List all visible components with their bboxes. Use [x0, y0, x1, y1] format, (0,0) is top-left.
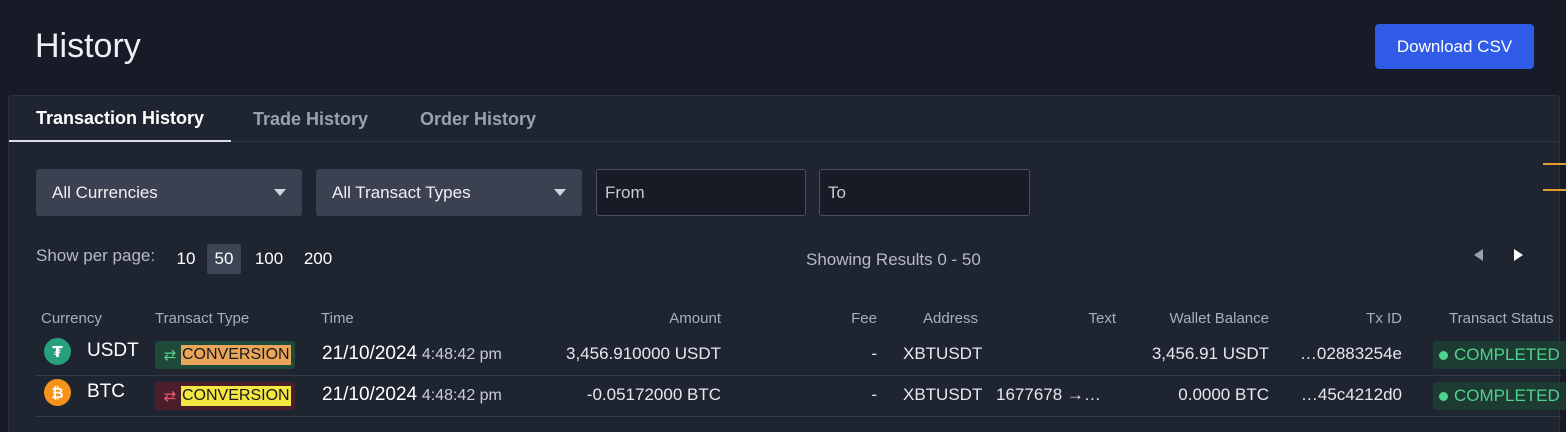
col-text: Text — [1088, 310, 1116, 327]
currency-select-value: All Currencies — [52, 182, 158, 202]
transact-type-select-value: All Transact Types — [332, 182, 471, 202]
col-tx-id: Tx ID — [1366, 310, 1402, 327]
amount-cell: 3,456.910000 USDT — [566, 344, 721, 363]
from-date-input[interactable] — [596, 169, 806, 216]
status-label: COMPLETED — [1454, 345, 1560, 364]
currency-select[interactable]: All Currencies — [36, 169, 302, 216]
fee-cell: - — [871, 385, 877, 404]
status-dot-icon — [1439, 350, 1448, 360]
transact-type-badge: ⇄ CONVERSION — [155, 382, 295, 410]
address-cell: XBTUSDT — [903, 385, 983, 404]
per-page-option-10[interactable]: 10 — [172, 244, 200, 274]
transact-type-label: CONVERSION — [181, 386, 291, 406]
col-wallet-balance: Wallet Balance — [1169, 310, 1270, 327]
per-page-option-200[interactable]: 200 — [297, 244, 339, 274]
status-label: COMPLETED — [1454, 386, 1560, 405]
chevron-down-icon — [554, 189, 566, 196]
swap-arrows-icon: ⇄ — [163, 346, 177, 364]
tab-trade-history[interactable]: Trade History — [253, 96, 368, 142]
per-page-option-50[interactable]: 50 — [207, 244, 241, 274]
tab-bar: Transaction History Trade History Order … — [9, 96, 1559, 142]
col-address: Address — [923, 310, 979, 327]
per-page-label: Show per page: — [36, 246, 156, 265]
tx-id-cell[interactable]: …45c4212d0 — [1301, 385, 1402, 405]
to-date-input[interactable] — [819, 169, 1030, 216]
menu-line-icon[interactable] — [1543, 163, 1566, 165]
wallet-balance-cell: 3,456.91 USDT — [1151, 344, 1269, 363]
next-page-icon[interactable] — [1514, 249, 1523, 261]
bitcoin-icon: ₿ — [44, 379, 71, 406]
history-panel: Transaction History Trade History Order … — [8, 95, 1566, 432]
transact-type-label: CONVERSION — [181, 345, 291, 365]
tx-id-cell[interactable]: …02883254e — [1300, 344, 1402, 364]
date-value: 21/10/2024 — [322, 343, 418, 364]
status-dot-icon — [1439, 391, 1448, 401]
col-currency: Currency — [41, 310, 102, 327]
coin-glyph: ₿ — [51, 383, 64, 402]
time-value: 4:48:42 pm — [421, 346, 502, 363]
time-value: 4:48:42 pm — [421, 387, 502, 404]
chevron-down-icon — [274, 189, 286, 196]
prev-page-icon[interactable] — [1474, 249, 1483, 261]
menu-line-icon[interactable] — [1543, 189, 1566, 191]
wallet-balance-cell: 0.0000 BTC — [1178, 385, 1269, 404]
time-cell: 21/10/2024 4:48:42 pm — [322, 384, 502, 406]
col-transact-status: Transact Status — [1449, 310, 1554, 327]
col-transact-type: Transact Type — [155, 310, 250, 327]
date-value: 21/10/2024 — [322, 384, 418, 405]
results-count: Showing Results 0 - 50 — [806, 250, 981, 269]
tab-order-history[interactable]: Order History — [420, 96, 536, 142]
row-divider — [36, 375, 1561, 376]
tab-transaction-history[interactable]: Transaction History — [9, 96, 231, 142]
transact-type-badge: ⇄ CONVERSION — [155, 341, 295, 369]
currency-name: USDT — [87, 340, 139, 361]
status-badge: COMPLETED — [1433, 382, 1566, 410]
page-title: History — [35, 27, 141, 65]
fee-cell: - — [871, 344, 877, 363]
col-amount: Amount — [669, 310, 721, 327]
col-fee: Fee — [851, 310, 877, 327]
coin-glyph: ₮ — [52, 342, 63, 361]
status-badge: COMPLETED — [1433, 341, 1566, 369]
per-page-option-100[interactable]: 100 — [249, 244, 289, 274]
amount-cell: -0.05172000 BTC — [586, 385, 721, 404]
time-cell: 21/10/2024 4:48:42 pm — [322, 343, 502, 365]
text-cell: 1677678 →… — [996, 385, 1101, 404]
transact-type-select[interactable]: All Transact Types — [316, 169, 582, 216]
address-cell: XBTUSDT — [903, 344, 983, 363]
swap-arrows-icon: ⇄ — [163, 387, 177, 405]
tether-icon: ₮ — [44, 338, 71, 365]
col-time: Time — [321, 310, 354, 327]
currency-name: BTC — [87, 381, 125, 402]
download-csv-button[interactable]: Download CSV — [1375, 24, 1534, 69]
row-divider — [36, 416, 1561, 417]
